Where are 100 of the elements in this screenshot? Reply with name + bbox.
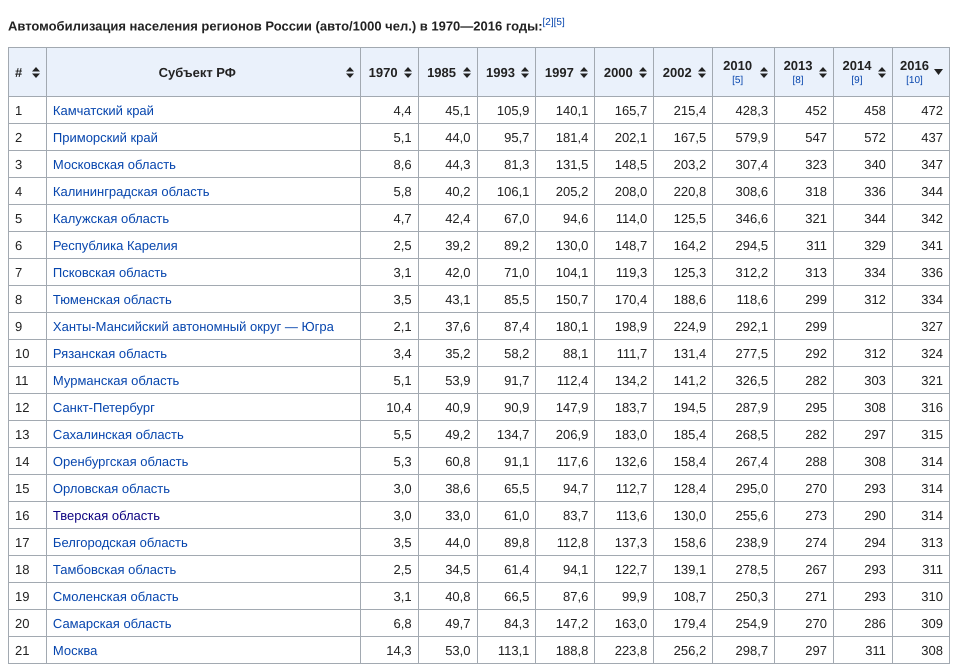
value-cell: 104,1 bbox=[536, 258, 595, 286]
value-cell: 6,8 bbox=[360, 610, 418, 636]
value-cell: 547 bbox=[774, 124, 834, 150]
column-header[interactable]: 1997 bbox=[544, 64, 574, 80]
value-cell: 273 bbox=[774, 502, 834, 528]
reference-link[interactable]: [8] bbox=[792, 75, 804, 86]
rank-cell: 21 bbox=[8, 636, 46, 664]
rank-cell: 10 bbox=[8, 340, 46, 366]
value-cell: 326,5 bbox=[712, 366, 775, 394]
sort-icon[interactable] bbox=[580, 66, 588, 78]
value-cell: 297 bbox=[834, 420, 892, 448]
sort-icon[interactable] bbox=[760, 66, 768, 78]
column-header[interactable]: 1970 bbox=[368, 64, 398, 80]
value-cell: 91,7 bbox=[477, 366, 536, 394]
value-cell: 85,5 bbox=[477, 286, 536, 312]
value-cell: 88,1 bbox=[536, 340, 595, 366]
sort-icon[interactable] bbox=[698, 66, 706, 78]
sort-icon[interactable] bbox=[404, 66, 412, 78]
value-cell: 437 bbox=[892, 124, 950, 150]
reference-link[interactable]: [10] bbox=[906, 75, 923, 86]
value-cell: 158,4 bbox=[654, 448, 713, 474]
reference-link[interactable]: [5] bbox=[732, 75, 744, 86]
value-cell: 472 bbox=[892, 96, 950, 124]
value-cell: 130,0 bbox=[536, 232, 595, 258]
value-cell: 185,4 bbox=[654, 420, 713, 448]
value-cell: 35,2 bbox=[418, 340, 477, 366]
value-cell: 58,2 bbox=[477, 340, 536, 366]
value-cell: 128,4 bbox=[654, 474, 713, 502]
value-cell: 452 bbox=[774, 96, 834, 124]
column-header[interactable]: 2000 bbox=[604, 64, 633, 80]
value-cell: 3,1 bbox=[360, 582, 418, 610]
region-link[interactable]: Санкт-Петербург bbox=[52, 400, 155, 414]
value-cell: 215,4 bbox=[654, 96, 713, 124]
value-cell: 313 bbox=[774, 258, 834, 286]
value-cell: 49,2 bbox=[418, 420, 477, 448]
value-cell: 254,9 bbox=[712, 610, 775, 636]
rank-cell: 6 bbox=[8, 232, 46, 258]
value-cell: 295,0 bbox=[712, 474, 775, 502]
column-header[interactable]: 2016 bbox=[900, 58, 929, 73]
reference-link[interactable]: [9] bbox=[851, 75, 863, 86]
value-cell: 347 bbox=[892, 150, 950, 178]
column-header[interactable]: 2013 bbox=[784, 58, 812, 73]
value-cell: 139,1 bbox=[654, 556, 713, 582]
value-cell: 40,2 bbox=[418, 178, 477, 204]
value-cell: 33,0 bbox=[418, 502, 477, 528]
sort-icon[interactable] bbox=[639, 66, 648, 78]
value-cell: 220,8 bbox=[654, 178, 713, 204]
value-cell: 287,9 bbox=[712, 394, 775, 420]
value-cell: 91,1 bbox=[477, 448, 536, 474]
region-link[interactable]: Тверская область bbox=[52, 508, 160, 522]
sort-icon[interactable] bbox=[346, 66, 354, 78]
column-header[interactable]: 2002 bbox=[662, 64, 692, 80]
region-link[interactable]: Камчатский край bbox=[52, 102, 154, 118]
value-cell: 238,9 bbox=[712, 528, 775, 556]
value-cell: 89,8 bbox=[477, 528, 536, 556]
reference-link[interactable]: [5] bbox=[554, 17, 565, 28]
value-cell: 341 bbox=[892, 232, 950, 258]
value-cell: 42,4 bbox=[418, 204, 477, 232]
value-cell: 295 bbox=[774, 394, 834, 420]
value-cell: 180,1 bbox=[536, 312, 595, 340]
value-cell: 2,5 bbox=[360, 556, 418, 582]
rank-cell: 12 bbox=[8, 394, 46, 420]
sort-descending-icon[interactable] bbox=[934, 69, 943, 75]
column-header[interactable]: 1993 bbox=[486, 64, 515, 80]
value-cell: 167,5 bbox=[654, 124, 713, 150]
value-cell: 2,5 bbox=[360, 232, 418, 258]
sort-icon[interactable] bbox=[462, 66, 470, 78]
value-cell: 122,7 bbox=[594, 556, 654, 582]
value-cell: 206,9 bbox=[536, 420, 595, 448]
column-header[interactable]: 2014 bbox=[842, 58, 872, 73]
value-cell: 147,2 bbox=[536, 610, 595, 636]
column-header[interactable]: 2010 bbox=[723, 58, 752, 73]
sort-icon[interactable] bbox=[521, 66, 530, 78]
value-cell: 316 bbox=[892, 394, 950, 420]
column-header[interactable]: # bbox=[15, 64, 22, 80]
value-cell: 297 bbox=[774, 636, 834, 664]
value-cell: 112,7 bbox=[594, 474, 654, 502]
region-link[interactable]: Приморский край bbox=[52, 130, 158, 144]
value-cell: 183,7 bbox=[594, 394, 654, 420]
value-cell: 65,5 bbox=[477, 474, 536, 502]
sort-icon[interactable] bbox=[32, 66, 40, 78]
value-cell: 188,8 bbox=[536, 636, 595, 664]
value-cell: 105,9 bbox=[477, 96, 536, 124]
value-cell: 294 bbox=[834, 528, 892, 556]
value-cell: 112,4 bbox=[536, 366, 595, 394]
value-cell: 34,5 bbox=[418, 556, 477, 582]
value-cell: 294,5 bbox=[712, 232, 775, 258]
value-cell: 148,7 bbox=[594, 232, 654, 258]
sort-icon[interactable] bbox=[819, 66, 827, 78]
reference-link[interactable]: [2] bbox=[542, 17, 554, 28]
value-cell: 203,2 bbox=[654, 150, 713, 178]
sort-icon[interactable] bbox=[878, 66, 886, 78]
column-header[interactable]: 1985 bbox=[427, 64, 456, 80]
value-cell: 223,8 bbox=[594, 636, 654, 664]
value-cell: 44,0 bbox=[418, 124, 477, 150]
value-cell: 114,0 bbox=[594, 204, 654, 232]
region-link[interactable]: Москва bbox=[52, 642, 98, 658]
column-header[interactable]: Субъект РФ bbox=[158, 64, 236, 80]
value-cell: 2,1 bbox=[360, 312, 418, 340]
value-cell: 83,7 bbox=[536, 502, 595, 528]
